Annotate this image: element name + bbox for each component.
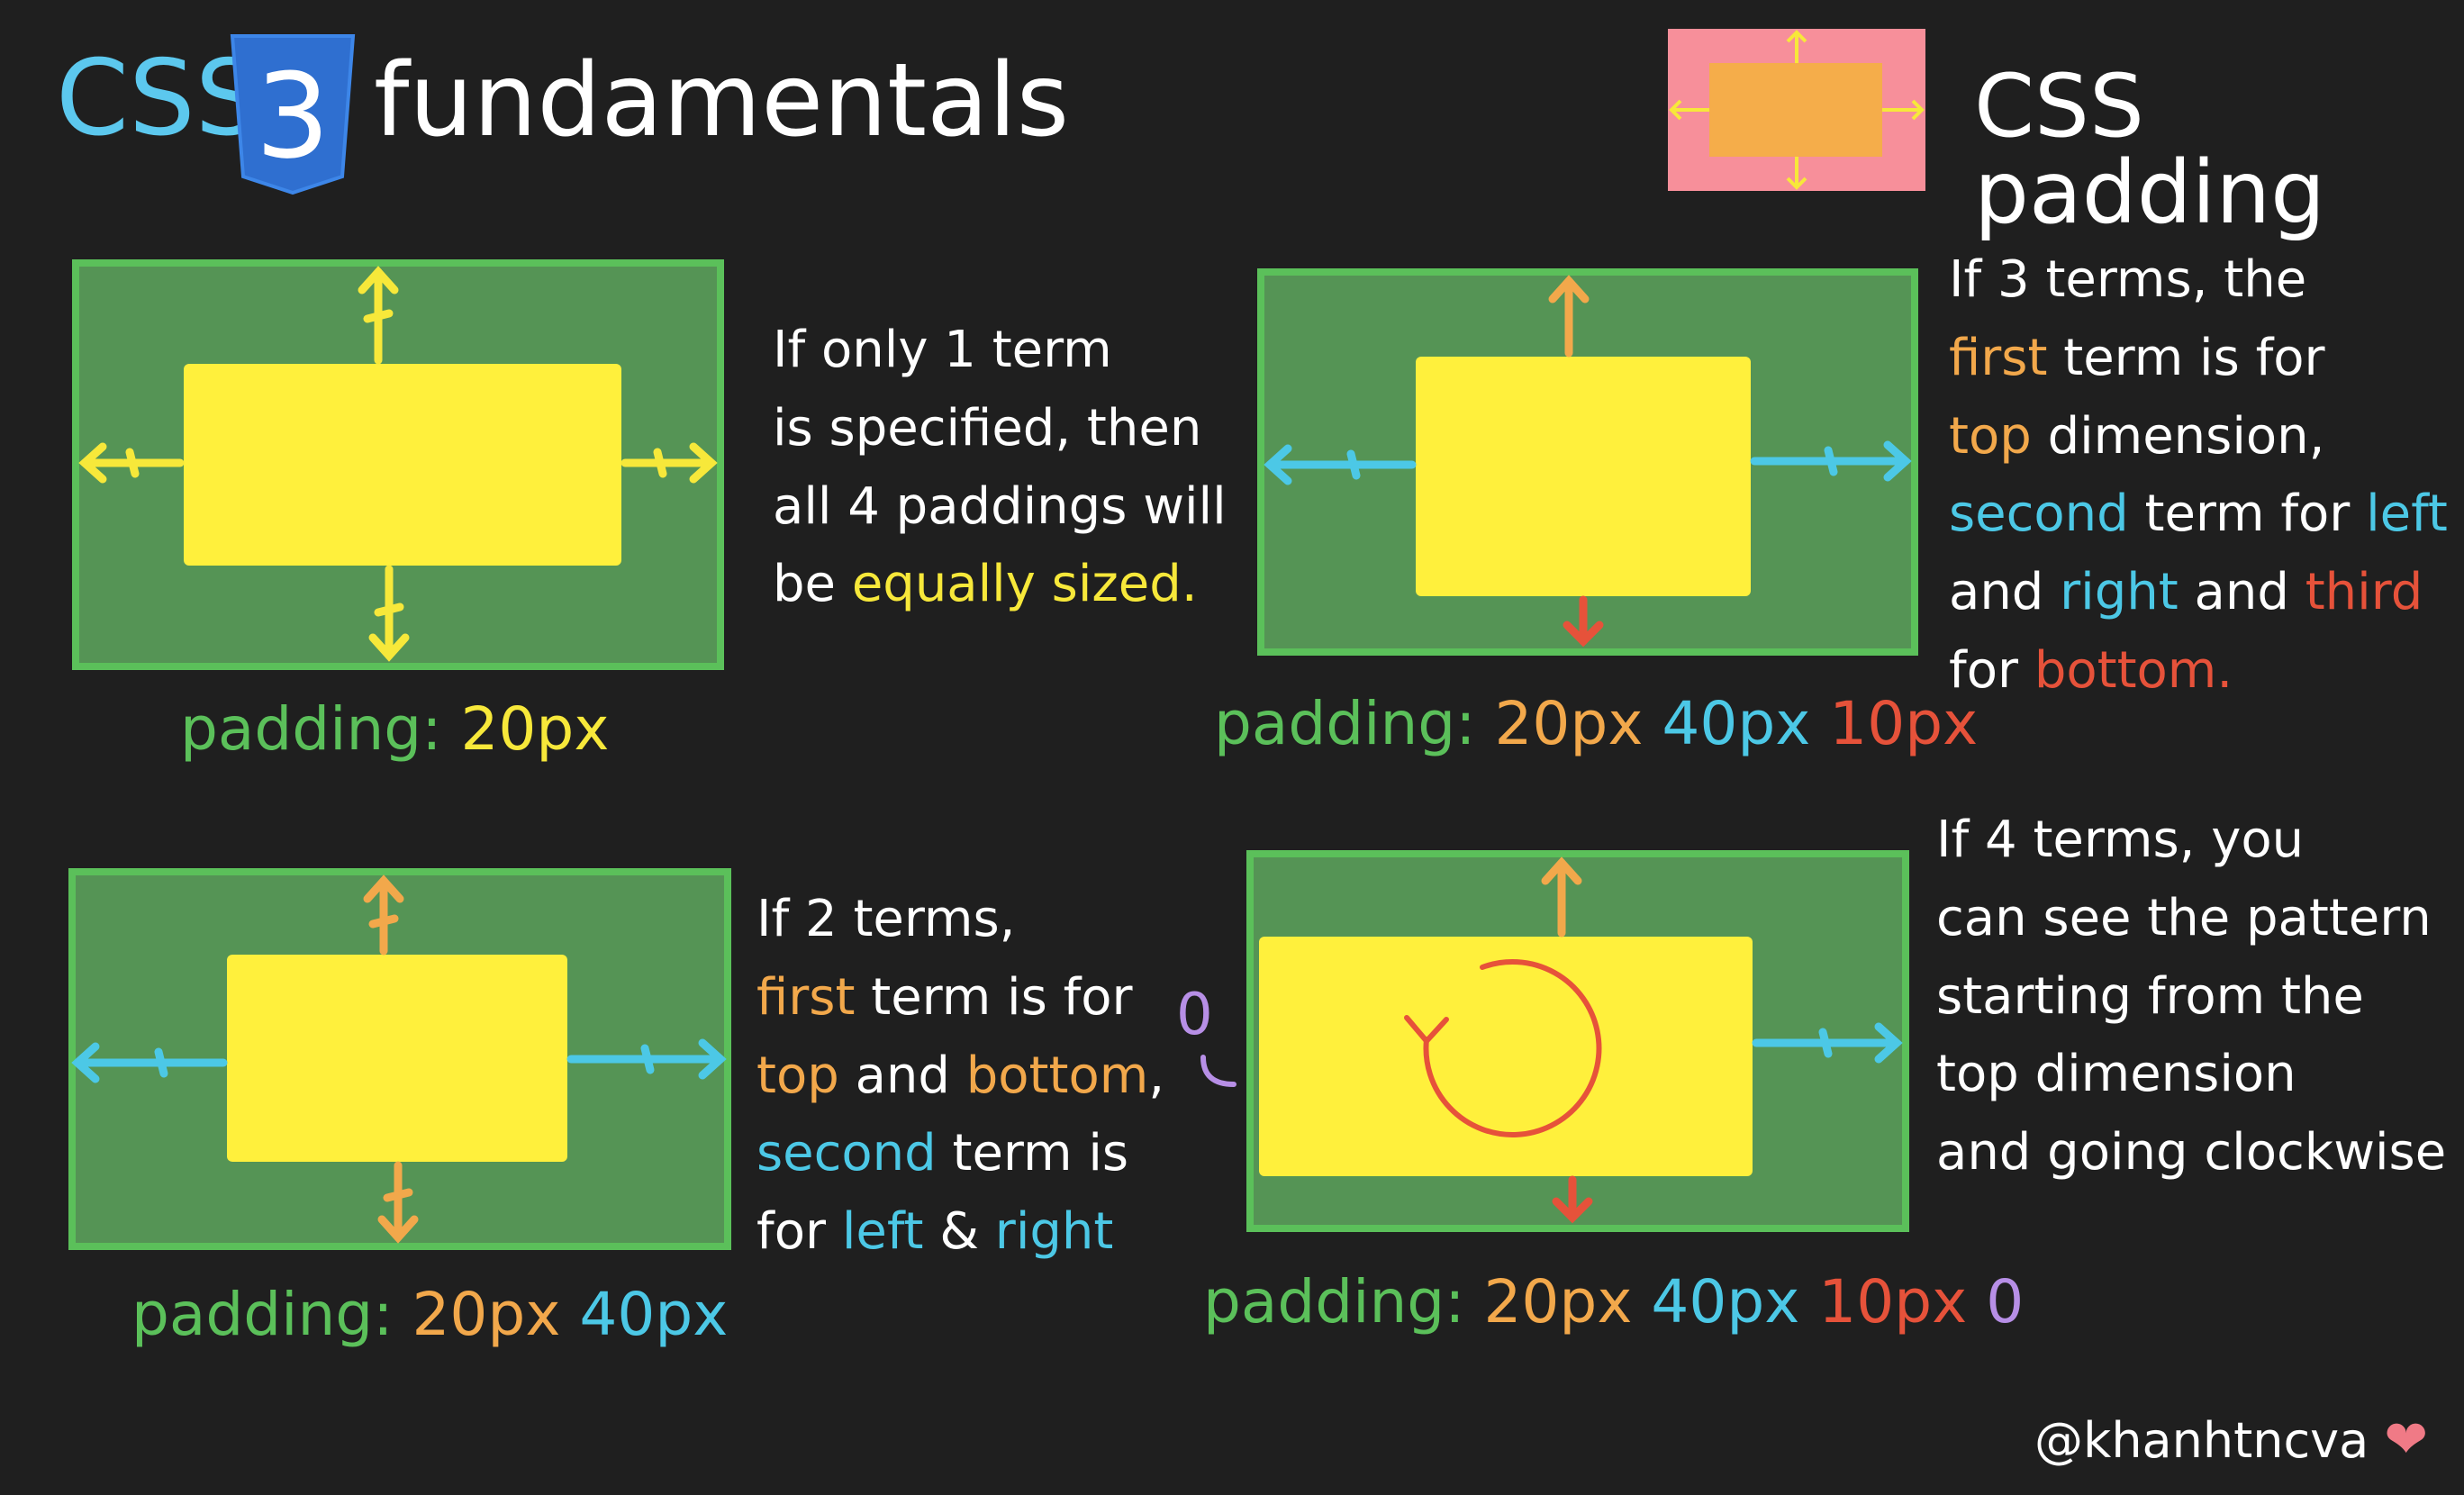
- caption-three-terms: padding: 20px 40px 10px: [1214, 688, 1978, 759]
- expl-line: top dimension,: [1949, 406, 2325, 466]
- css3-logo-digit: 3: [256, 48, 331, 185]
- expl-line: for bottom.: [1949, 640, 2233, 700]
- expl-line: second term for left: [1949, 485, 2448, 544]
- left-zero-marker: 0: [1176, 982, 1213, 1048]
- padding-value-left-right: 40px: [1662, 689, 1811, 758]
- padding-keyword: padding: [131, 1280, 374, 1349]
- explanation-three-terms: If 3 terms, the first term is for top di…: [1949, 241, 2448, 711]
- caption-four-terms: padding: 20px 40px 10px 0: [1203, 1266, 2024, 1337]
- fundamentals-title: fundamentals: [374, 42, 1070, 159]
- padding-value-left-right: 40px: [579, 1280, 729, 1349]
- expl-line: can see the pattern: [1936, 888, 2432, 947]
- padding-value-top-bottom: 20px: [412, 1280, 561, 1349]
- explanation-four-terms: If 4 terms, you can see the pattern star…: [1936, 802, 2446, 1192]
- caption-one-term: padding: 20px: [180, 693, 609, 765]
- padding-value-all: 20px: [460, 694, 610, 764]
- diagram-four-terms: [1246, 850, 1909, 1232]
- topic-title: CSS padding: [1974, 56, 2326, 243]
- expl-line: If 4 terms, you: [1936, 811, 2305, 869]
- expl-line: starting from the: [1936, 966, 2364, 1026]
- content-box: [227, 955, 567, 1162]
- caption-colon: :: [1455, 689, 1476, 758]
- expl-line: and going clockwise: [1936, 1123, 2447, 1182]
- expl-line: all 4 paddings will: [773, 476, 1227, 536]
- caption-colon: :: [421, 694, 442, 764]
- content-box: [184, 364, 621, 566]
- expl-line: first term is for: [756, 967, 1133, 1027]
- content-box: [1259, 937, 1753, 1176]
- author-handle: @khanhtncva: [2034, 1412, 2369, 1469]
- padding-value-top: 20px: [1494, 689, 1644, 758]
- caption-colon: :: [1445, 1267, 1465, 1336]
- padding-topic-icon: [1668, 29, 1925, 191]
- padding-keyword: padding: [180, 694, 422, 764]
- caption-colon: :: [373, 1280, 394, 1349]
- explanation-two-terms: If 2 terms, first term is for top and bo…: [756, 881, 1164, 1272]
- expl-line: top and bottom,: [756, 1046, 1165, 1105]
- expl-line: top dimension: [1936, 1045, 2296, 1104]
- diagram-two-terms: [68, 868, 731, 1250]
- caption-two-terms: padding: 20px 40px: [131, 1279, 728, 1350]
- explanation-one-term: If only 1 term is specified, then all 4 …: [773, 312, 1227, 624]
- left-zero-bracket-icon: [1200, 1055, 1237, 1087]
- padding-keyword: padding: [1203, 1267, 1445, 1336]
- expl-line: If 2 terms,: [756, 890, 1016, 948]
- heart-icon: ❤: [2384, 1409, 2428, 1470]
- expl-line: be equally sized.: [773, 555, 1198, 614]
- padding-value-right: 40px: [1651, 1267, 1800, 1336]
- expl-line: and right and third: [1949, 563, 2423, 622]
- expl-line: If only 1 term: [773, 321, 1112, 379]
- content-box: [1416, 357, 1751, 596]
- author-signature: @khanhtncva ❤: [2034, 1409, 2428, 1470]
- padding-value-top: 20px: [1483, 1267, 1633, 1336]
- padding-value-left: 0: [1986, 1267, 2025, 1336]
- diagram-three-terms: [1257, 268, 1918, 656]
- expl-line: first term is for: [1949, 328, 2325, 387]
- css3-logo-icon: 3: [225, 32, 360, 196]
- padding-value-bottom: 10px: [1818, 1267, 1968, 1336]
- expl-line: If 3 terms, the: [1949, 250, 2307, 309]
- padding-keyword: padding: [1214, 689, 1456, 758]
- expl-line: is specified, then: [773, 398, 1202, 458]
- diagram-one-term: [72, 259, 724, 670]
- expl-line: second term is: [756, 1124, 1129, 1183]
- expl-line: for left & right: [756, 1202, 1114, 1262]
